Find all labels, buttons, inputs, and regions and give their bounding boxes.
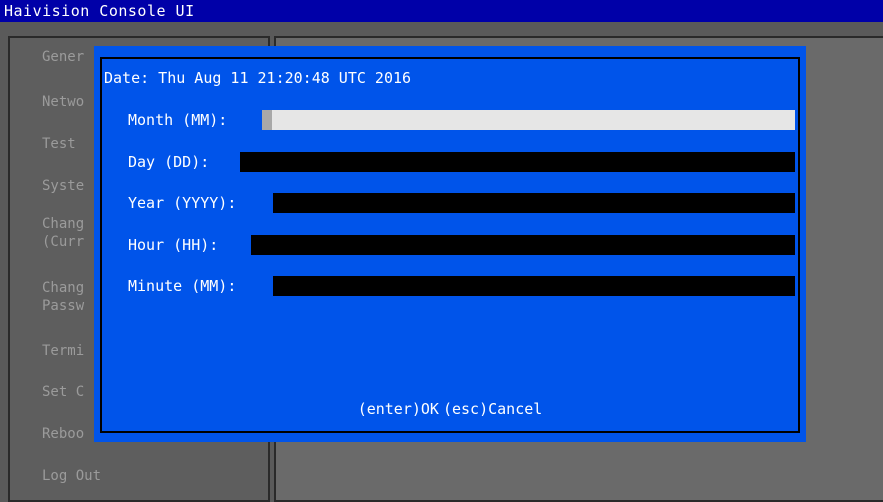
ok-button[interactable]: (enter)OK <box>358 400 439 418</box>
app-title: Haivision Console UI <box>4 2 195 20</box>
year-input[interactable] <box>273 193 795 213</box>
hour-field-row: Hour (HH): <box>128 235 795 255</box>
hour-label: Hour (HH): <box>128 236 219 254</box>
minute-field-row: Minute (MM): <box>128 276 795 296</box>
menu-item-reboot[interactable]: Reboo <box>42 425 84 443</box>
current-date-text: Date: Thu Aug 11 21:20:48 UTC 2016 <box>104 69 412 87</box>
month-input[interactable] <box>262 110 795 130</box>
day-input[interactable] <box>240 152 795 172</box>
menu-item-change-password[interactable]: Chang Passw <box>42 279 84 315</box>
menu-item-general[interactable]: Gener <box>42 48 84 66</box>
set-date-dialog: Date: Thu Aug 11 21:20:48 UTC 2016 Month… <box>94 46 806 442</box>
app-title-bar: Haivision Console UI <box>0 0 883 22</box>
dialog-actions: (enter)OK (esc)Cancel <box>94 400 806 418</box>
day-label: Day (DD): <box>128 153 210 171</box>
menu-item-system[interactable]: Syste <box>42 177 84 195</box>
text-cursor <box>262 110 272 130</box>
month-label: Month (MM): <box>128 111 228 129</box>
cancel-button[interactable]: (esc)Cancel <box>443 400 542 418</box>
month-field-row: Month (MM): <box>128 110 795 130</box>
menu-item-network[interactable]: Netwo <box>42 93 84 111</box>
menu-item-set[interactable]: Set C <box>42 383 84 401</box>
menu-item-log-out[interactable]: Log Out <box>42 467 101 485</box>
year-field-row: Year (YYYY): <box>128 193 795 213</box>
menu-item-terminal[interactable]: Termi <box>42 342 84 360</box>
hour-input[interactable] <box>251 235 795 255</box>
menu-item-test[interactable]: Test <box>42 135 76 153</box>
day-field-row: Day (DD): <box>128 152 795 172</box>
year-label: Year (YYYY): <box>128 194 237 212</box>
minute-label: Minute (MM): <box>128 277 237 295</box>
menu-item-change-current[interactable]: Chang (Curr <box>42 215 84 251</box>
minute-input[interactable] <box>273 276 795 296</box>
